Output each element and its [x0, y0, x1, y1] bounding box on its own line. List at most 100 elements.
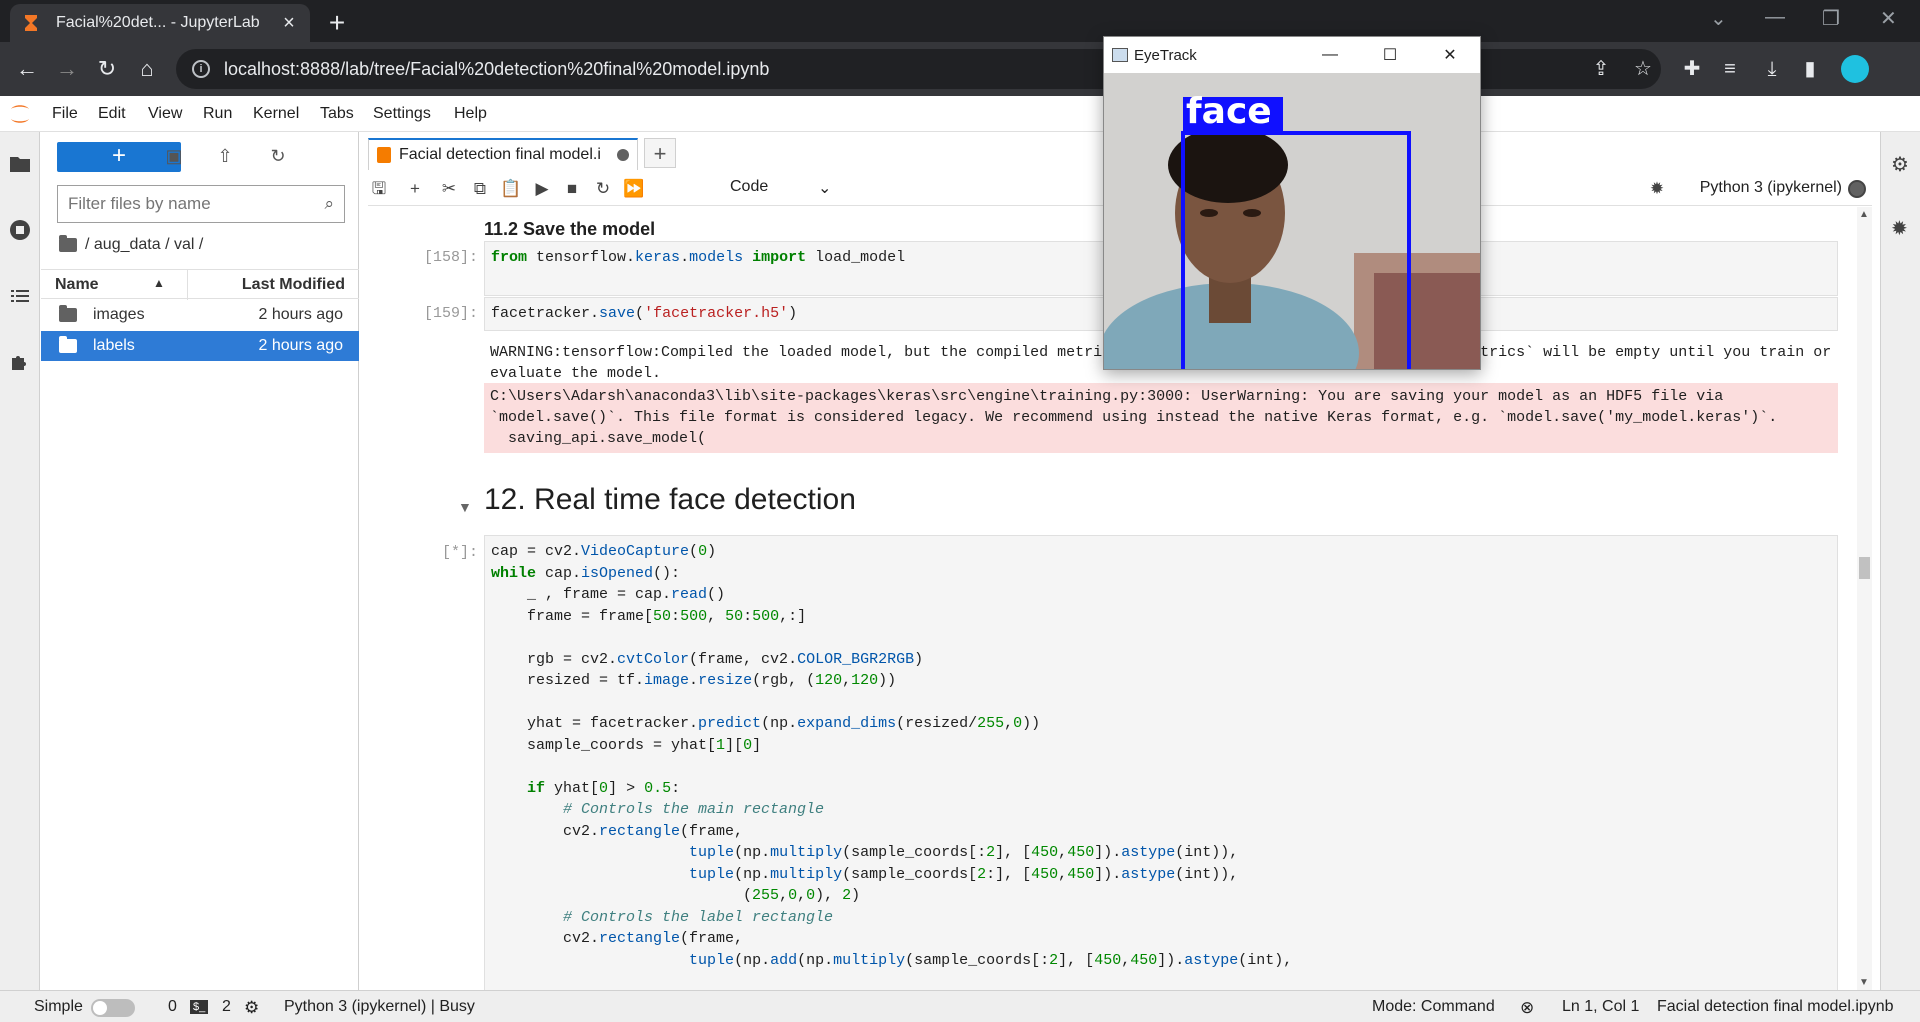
search-icon: ⌕	[324, 194, 334, 213]
menu-view[interactable]: View	[148, 105, 182, 123]
refresh-icon[interactable]: ↻	[267, 146, 289, 168]
collapse-heading-icon[interactable]: ▼	[458, 499, 472, 515]
scroll-up-icon[interactable]: ▲	[1859, 209, 1869, 220]
webcam-image	[1104, 73, 1480, 369]
unsaved-dot-icon[interactable]	[617, 149, 629, 161]
file-filter-field[interactable]: ⌕	[57, 185, 345, 223]
terminal-count[interactable]: 2	[222, 998, 231, 1016]
restart-run-all-icon[interactable]: ⏩	[623, 178, 645, 200]
extensions-puzzle-icon[interactable]	[8, 350, 32, 374]
download-icon[interactable]: ⤓	[1760, 57, 1784, 81]
eyetrack-titlebar[interactable]: EyeTrack — ☐ ✕	[1104, 37, 1480, 73]
left-sidebar	[0, 132, 40, 990]
simple-mode-toggle[interactable]	[91, 999, 135, 1017]
app-window-icon	[1112, 48, 1128, 62]
maximize-icon[interactable]: ☐	[1360, 45, 1420, 65]
menu-kernel[interactable]: Kernel	[253, 105, 299, 123]
new-folder-icon[interactable]: ▣	[163, 146, 185, 168]
status-bar: Simple 0 $_ 2 ⚙ Python 3 (ipykernel) | B…	[0, 990, 1920, 1022]
back-icon[interactable]: ←	[12, 54, 42, 84]
cell-prompt-159: [159]:	[423, 305, 478, 322]
code-cell-realtime[interactable]: cap = cv2.VideoCapture(0) while cap.isOp…	[484, 535, 1838, 990]
file-filter-input[interactable]	[68, 194, 325, 214]
kernel-count[interactable]: 0	[168, 998, 177, 1016]
save-icon[interactable]: 🖫	[368, 178, 390, 200]
notebook-tab[interactable]: Facial detection final model.i	[368, 138, 638, 170]
home-icon[interactable]: ⌂	[132, 54, 162, 84]
folder-icon[interactable]	[8, 152, 32, 176]
file-name: labels	[93, 337, 135, 354]
minimize-icon[interactable]: —	[1300, 46, 1360, 64]
menu-file[interactable]: File	[52, 105, 78, 123]
column-last-modified[interactable]: Last Modified	[242, 276, 345, 294]
forward-icon[interactable]: →	[52, 54, 82, 84]
markdown-heading-realtime: 12. Real time face detection	[484, 483, 856, 516]
new-tab-button[interactable]: +	[322, 8, 352, 38]
file-row-labels[interactable]: labels 2 hours ago	[41, 331, 359, 361]
site-info-icon[interactable]: i	[192, 60, 210, 78]
cut-icon[interactable]: ✂	[438, 178, 460, 200]
trusted-icon[interactable]: ⊗	[1520, 998, 1534, 1018]
cell-type-select[interactable]: Code ⌄	[730, 178, 831, 197]
right-sidebar: ⚙ ✹	[1880, 132, 1920, 990]
breadcrumb[interactable]: / aug_data / val /	[59, 235, 203, 254]
close-icon[interactable]: ✕	[1420, 45, 1480, 65]
menu-tabs[interactable]: Tabs	[320, 105, 354, 123]
share-icon[interactable]: ⇪	[1589, 57, 1613, 81]
stop-icon[interactable]: ■	[561, 178, 583, 200]
eyetrack-title: EyeTrack	[1134, 46, 1197, 64]
menu-edit[interactable]: Edit	[98, 105, 126, 123]
folder-icon	[59, 235, 77, 252]
notebook-scrollbar[interactable]: ▲ ▼	[1857, 207, 1872, 990]
restart-icon[interactable]: ↻	[592, 178, 614, 200]
bookmark-star-icon[interactable]: ☆	[1631, 57, 1655, 81]
debugger-bug-icon[interactable]: ✹	[1891, 216, 1908, 241]
webcam-frame: face	[1104, 73, 1480, 369]
reload-icon[interactable]: ↻	[92, 54, 122, 84]
column-name[interactable]: Name	[55, 276, 99, 294]
paste-icon[interactable]: 📋	[500, 178, 522, 200]
property-inspector-icon[interactable]: ⚙	[1891, 152, 1909, 177]
eyetrack-window[interactable]: EyeTrack — ☐ ✕ face	[1103, 36, 1481, 370]
table-of-contents-icon[interactable]	[8, 284, 32, 308]
status-filename: Facial detection final model.ipynb	[1657, 998, 1894, 1015]
restore-icon[interactable]: ❐	[1822, 6, 1840, 31]
menu-settings[interactable]: Settings	[373, 105, 431, 123]
new-document-tab-button[interactable]: +	[644, 138, 676, 168]
notebook-tab-title: Facial detection final model.i	[399, 146, 601, 163]
run-icon[interactable]: ▶	[531, 178, 553, 200]
terminal-icon[interactable]: $_	[190, 1000, 209, 1014]
kernel-name[interactable]: Python 3 (ipykernel)	[1700, 179, 1842, 197]
kernel-busy-indicator	[1848, 180, 1866, 198]
settings-gear-icon[interactable]: ⚙	[244, 998, 259, 1018]
scroll-thumb[interactable]	[1859, 557, 1870, 579]
close-window-icon[interactable]: ✕	[1880, 6, 1897, 31]
output-stderr: C:\Users\Adarsh\anaconda3\lib\site-packa…	[484, 383, 1838, 453]
close-tab-icon[interactable]: ×	[280, 12, 298, 35]
insert-cell-icon[interactable]: +	[404, 178, 426, 200]
menu-help[interactable]: Help	[454, 105, 487, 123]
running-kernels-icon[interactable]	[8, 218, 32, 242]
media-icon[interactable]: ≡	[1718, 57, 1742, 81]
file-row-images[interactable]: images 2 hours ago	[41, 300, 359, 330]
extensions-icon[interactable]: ✚	[1680, 57, 1704, 81]
minimize-icon[interactable]: —	[1765, 6, 1785, 29]
kernel-status[interactable]: Python 3 (ipykernel) | Busy	[284, 998, 475, 1016]
file-modified: 2 hours ago	[258, 337, 343, 354]
jupyter-menubar: File Edit View Run Kernel Tabs Settings …	[0, 96, 1920, 132]
browser-tab-title: Facial%20det... - JupyterLab	[56, 14, 260, 31]
scroll-down-icon[interactable]: ▼	[1859, 977, 1869, 988]
debugger-icon[interactable]: ✹	[1646, 178, 1668, 200]
face-label: face	[1186, 91, 1272, 132]
copy-icon[interactable]: ⧉	[469, 178, 491, 200]
menu-run[interactable]: Run	[203, 105, 232, 123]
cursor-position[interactable]: Ln 1, Col 1	[1562, 998, 1639, 1016]
folder-icon	[59, 336, 77, 353]
url-text: localhost:8888/lab/tree/Facial%20detecti…	[224, 58, 770, 79]
upload-icon[interactable]: ⇧	[214, 146, 236, 168]
side-panel-icon[interactable]: ▮	[1798, 57, 1822, 81]
browser-chrome: Facial%20det... - JupyterLab × + ⌄ — ❐ ✕…	[0, 0, 1920, 96]
profile-avatar[interactable]	[1841, 55, 1869, 83]
tab-search-icon[interactable]: ⌄	[1710, 6, 1727, 31]
browser-tab[interactable]: Facial%20det... - JupyterLab ×	[10, 4, 310, 42]
